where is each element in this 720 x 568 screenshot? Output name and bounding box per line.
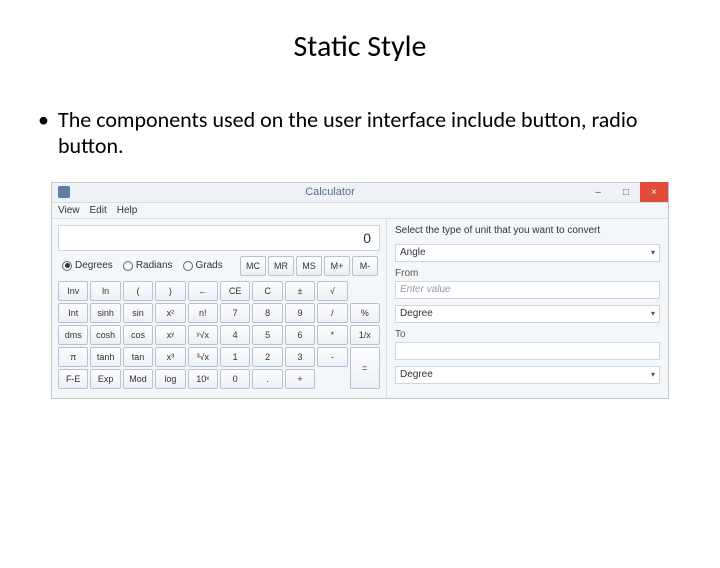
menu-view[interactable]: View xyxy=(58,205,80,216)
calc-button[interactable]: 6 xyxy=(285,325,315,345)
calculator-pane: 0 Degrees Radians Grads MC MR MS M+ M- I… xyxy=(52,219,386,398)
calc-button[interactable]: ³√x xyxy=(188,347,218,367)
from-label: From xyxy=(395,268,660,279)
calc-button[interactable]: 9 xyxy=(285,303,315,323)
calc-button[interactable]: CE xyxy=(220,281,250,301)
calc-button[interactable]: x² xyxy=(155,303,185,323)
to-unit-select[interactable]: Degree▾ xyxy=(395,366,660,384)
calc-button[interactable]: - xyxy=(317,347,347,367)
calc-button[interactable]: Mod xyxy=(123,369,153,389)
radio-grads[interactable]: Grads xyxy=(183,260,223,271)
calc-button[interactable]: / xyxy=(317,303,347,323)
display: 0 xyxy=(58,225,380,251)
calc-button[interactable]: sin xyxy=(123,303,153,323)
calc-button[interactable]: % xyxy=(350,303,380,323)
calc-button[interactable]: dms xyxy=(58,325,88,345)
calc-button[interactable]: xʸ xyxy=(155,325,185,345)
calc-button[interactable]: n! xyxy=(188,303,218,323)
calc-button[interactable]: log xyxy=(155,369,185,389)
menu-help[interactable]: Help xyxy=(117,205,138,216)
calc-button[interactable]: F-E xyxy=(58,369,88,389)
calculator-window: Calculator – □ × View Edit Help 0 Degree… xyxy=(51,182,669,399)
close-button[interactable]: × xyxy=(640,182,668,202)
bullet-item: The components used on the user interfac… xyxy=(58,107,684,160)
calc-button[interactable]: Inv xyxy=(58,281,88,301)
calc-button[interactable]: √ xyxy=(317,281,347,301)
menubar: View Edit Help xyxy=(52,203,668,219)
calc-button[interactable]: 0 xyxy=(220,369,250,389)
chevron-down-icon: ▾ xyxy=(651,309,655,318)
mem-mr[interactable]: MR xyxy=(268,256,294,276)
calc-button[interactable]: 3 xyxy=(285,347,315,367)
calc-button[interactable]: * xyxy=(317,325,347,345)
calc-button[interactable]: sinh xyxy=(90,303,120,323)
calc-button[interactable]: ( xyxy=(123,281,153,301)
calc-button[interactable]: ln xyxy=(90,281,120,301)
minimize-button[interactable]: – xyxy=(584,182,612,202)
calc-button[interactable]: C xyxy=(252,281,282,301)
radio-radians[interactable]: Radians xyxy=(123,260,173,271)
calc-button[interactable]: cos xyxy=(123,325,153,345)
calc-button[interactable]: = xyxy=(350,347,380,389)
calc-button[interactable]: ʸ√x xyxy=(188,325,218,345)
category-select[interactable]: Angle▾ xyxy=(395,244,660,262)
calc-button[interactable]: π xyxy=(58,347,88,367)
calc-button[interactable]: ) xyxy=(155,281,185,301)
calc-button[interactable]: ± xyxy=(285,281,315,301)
titlebar: Calculator – □ × xyxy=(52,183,668,203)
calc-button[interactable]: tan xyxy=(123,347,153,367)
from-value-input[interactable]: Enter value xyxy=(395,281,660,299)
window-title: Calculator xyxy=(76,186,584,198)
to-value-display xyxy=(395,342,660,360)
chevron-down-icon: ▾ xyxy=(651,370,655,379)
to-label: To xyxy=(395,329,660,340)
chevron-down-icon: ▾ xyxy=(651,248,655,257)
angle-mode-row: Degrees Radians Grads MC MR MS M+ M- xyxy=(58,255,380,277)
mem-mplus[interactable]: M+ xyxy=(324,256,350,276)
calc-button[interactable]: 7 xyxy=(220,303,250,323)
bullet-list: The components used on the user interfac… xyxy=(36,107,684,160)
button-grid: Invln()←CEC±√ Intsinhsinx²n!789/% dmscoshc… xyxy=(58,281,380,389)
calc-button[interactable]: 10ˣ xyxy=(188,369,218,389)
radio-icon xyxy=(183,261,193,271)
converter-heading: Select the type of unit that you want to… xyxy=(395,225,660,236)
calc-button[interactable]: Exp xyxy=(90,369,120,389)
calc-button[interactable]: 2 xyxy=(252,347,282,367)
radio-icon xyxy=(123,261,133,271)
calc-button[interactable]: 4 xyxy=(220,325,250,345)
calc-button[interactable]: 8 xyxy=(252,303,282,323)
calc-button[interactable]: 1/x xyxy=(350,325,380,345)
calc-button[interactable]: tanh xyxy=(90,347,120,367)
app-icon xyxy=(58,186,70,198)
calc-button[interactable]: ← xyxy=(188,281,218,301)
mem-ms[interactable]: MS xyxy=(296,256,322,276)
mem-mc[interactable]: MC xyxy=(240,256,266,276)
radio-degrees[interactable]: Degrees xyxy=(62,260,113,271)
calc-button[interactable]: 1 xyxy=(220,347,250,367)
maximize-button[interactable]: □ xyxy=(612,182,640,202)
radio-icon xyxy=(62,261,72,271)
slide-title: Static Style xyxy=(0,28,720,65)
calc-button[interactable]: cosh xyxy=(90,325,120,345)
calc-button[interactable]: Int xyxy=(58,303,88,323)
mem-mminus[interactable]: M- xyxy=(352,256,378,276)
menu-edit[interactable]: Edit xyxy=(90,205,107,216)
calc-button[interactable]: x³ xyxy=(155,347,185,367)
calc-button[interactable]: . xyxy=(252,369,282,389)
converter-pane: Select the type of unit that you want to… xyxy=(386,219,668,398)
calc-button[interactable]: + xyxy=(285,369,315,389)
from-unit-select[interactable]: Degree▾ xyxy=(395,305,660,323)
calc-button[interactable]: 5 xyxy=(252,325,282,345)
